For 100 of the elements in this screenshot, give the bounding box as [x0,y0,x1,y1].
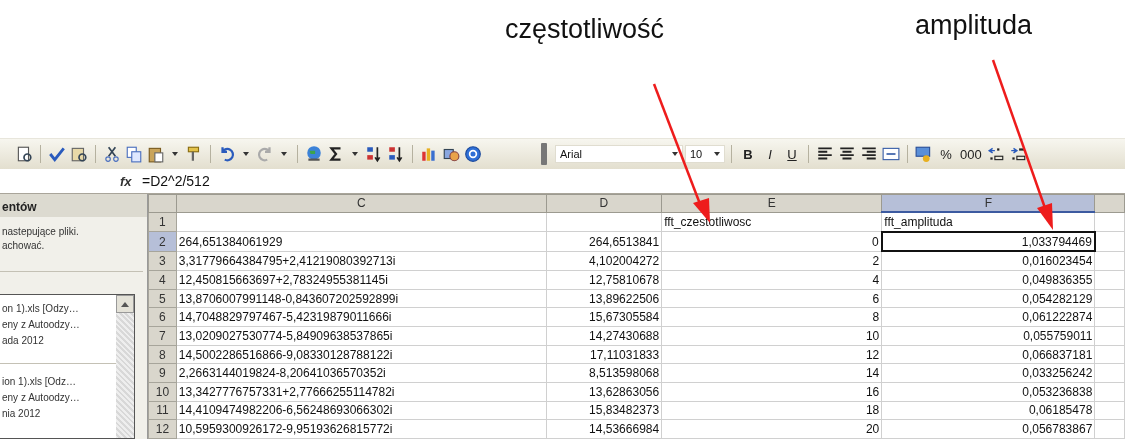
number-format-button[interactable]: 000 [958,143,984,165]
globe-icon[interactable] [305,145,323,163]
table-cell[interactable]: 0,053236838 [881,382,1095,402]
sort-descending-icon[interactable] [387,145,405,163]
increase-decimal-icon[interactable] [986,145,1005,163]
caret-icon[interactable] [280,151,288,157]
column-header[interactable]: F [881,194,1095,212]
column-header[interactable]: C [176,194,547,212]
cut-icon[interactable] [103,145,121,163]
help-icon[interactable] [464,145,482,163]
table-cell[interactable] [1094,231,1125,252]
table-cell[interactable]: 20 [661,419,882,439]
table-cell[interactable]: 15,67305584 [546,307,662,327]
paste-icon[interactable] [147,145,165,163]
table-cell[interactable]: 14,53666984 [546,419,662,439]
row-header[interactable]: 2 [148,231,177,252]
table-cell[interactable]: 14,7048829797467-5,42319879011666i [176,307,547,327]
table-cell[interactable]: 13,3427776757331+2,77666255114782i [176,382,547,402]
copy-icon[interactable] [125,145,143,163]
format-button[interactable]: B [738,143,758,165]
file-item[interactable]: on 1).xls [Odzy… eny z Autoodzy… ada 2012 [0,299,116,363]
table-cell[interactable]: 4 [661,270,882,290]
table-cell[interactable] [1094,251,1125,271]
merge-center-icon[interactable] [882,145,900,163]
table-cell[interactable]: 14,27430688 [546,326,662,346]
table-cell[interactable]: 2,2663144019824-8,20641036570352i [176,363,547,383]
table-cell[interactable]: 8 [661,307,882,327]
table-cell[interactable]: 0,061222874 [881,307,1095,327]
table-cell[interactable]: 264,651384061929 [176,231,547,252]
table-cell[interactable] [1094,289,1125,308]
table-cell[interactable]: 0,06185478 [881,401,1095,420]
table-cell[interactable]: 4,102004272 [546,251,662,271]
chart-icon[interactable] [420,145,438,163]
table-cell[interactable]: 0,033256242 [881,363,1095,383]
sort-ascending-icon[interactable] [365,145,383,163]
table-cell[interactable]: 14 [661,363,882,383]
table-cell[interactable]: 0,016023454 [881,251,1095,271]
currency-icon[interactable] [915,145,933,163]
table-cell[interactable]: 13,0209027530774-5,84909638537865i [176,326,547,346]
table-cell[interactable]: 0,066837181 [881,345,1095,364]
table-cell[interactable] [1094,326,1125,346]
table-cell[interactable]: 16 [661,382,882,402]
table-cell[interactable]: 17,11031833 [546,345,662,364]
table-cell[interactable]: 15,83482373 [546,401,662,420]
table-cell[interactable]: 10,5959300926172-9,95193626815772i [176,419,547,439]
table-cell[interactable] [1094,382,1125,402]
caret-icon[interactable] [171,151,179,157]
function-label[interactable]: fx [120,173,142,189]
table-cell[interactable]: 0,056783867 [881,419,1095,439]
format-button[interactable]: U [782,143,802,165]
table-cell[interactable]: 3,31779664384795+2,41219080392713i [176,251,547,271]
table-cell[interactable]: 14,5002286516866-9,08330128788122i [176,345,547,364]
table-cell[interactable]: 0,054282129 [881,289,1095,308]
table-cell[interactable] [1094,363,1125,383]
row-header[interactable]: 3 [148,251,177,271]
caret-icon[interactable] [671,151,679,157]
table-cell[interactable]: 12,450815663697+2,78324955381145i [176,270,547,290]
print-preview-icon[interactable] [15,145,33,163]
column-header[interactable]: D [546,194,662,212]
number-format-button[interactable]: % [936,143,956,165]
font-dropdown[interactable]: Arial [555,145,683,163]
table-cell[interactable]: 12 [661,345,882,364]
toolbar-handle[interactable] [541,143,547,165]
table-cell[interactable]: 264,6513841 [546,231,662,252]
table-cell[interactable]: 13,8706007991148-0,843607202592899i [176,289,547,308]
table-cell[interactable] [1094,345,1125,364]
table-cell[interactable]: 12,75810678 [546,270,662,290]
table-cell[interactable]: 0,049836355 [881,270,1095,290]
decrease-decimal-icon[interactable] [1008,145,1027,163]
research-icon[interactable] [70,145,88,163]
table-cell[interactable]: 10 [661,326,882,346]
table-cell[interactable] [1094,307,1125,327]
spelling-icon[interactable] [48,145,66,163]
table-cell[interactable] [1094,270,1125,290]
table-cell[interactable]: 14,4109474982206-6,56248693066302i [176,401,547,420]
table-cell[interactable]: 0,055759011 [881,326,1095,346]
table-cell[interactable] [176,212,547,232]
file-item[interactable]: ion 1).xls [Odz… eny z Autoodzy… nia 2012 [0,372,116,436]
table-cell[interactable]: 6 [661,289,882,308]
table-cell[interactable]: 2 [661,251,882,271]
caret-icon[interactable] [242,151,250,157]
caret-icon[interactable] [351,151,359,157]
column-header[interactable]: E [661,194,882,212]
table-cell[interactable] [1094,212,1125,232]
undo-icon[interactable] [218,145,236,163]
table-cell[interactable]: 1,033794469 [881,231,1095,252]
table-cell[interactable] [1094,401,1125,420]
format-button[interactable]: I [760,143,780,165]
table-cell[interactable]: 18 [661,401,882,420]
formula-text: =D2^2/512 [142,173,210,189]
caret-icon[interactable] [713,151,721,157]
table-cell[interactable]: 13,89622506 [546,289,662,308]
arrow-up-icon [121,301,129,307]
table-cell[interactable]: 13,62863056 [546,382,662,402]
row-header[interactable]: 1 [148,212,177,232]
table-cell[interactable] [1094,419,1125,439]
scroll-up-button[interactable] [116,295,134,313]
table-cell[interactable] [546,212,662,232]
table-cell[interactable]: 8,513598068 [546,363,662,383]
font-size-dropdown[interactable]: 10 [685,145,725,163]
